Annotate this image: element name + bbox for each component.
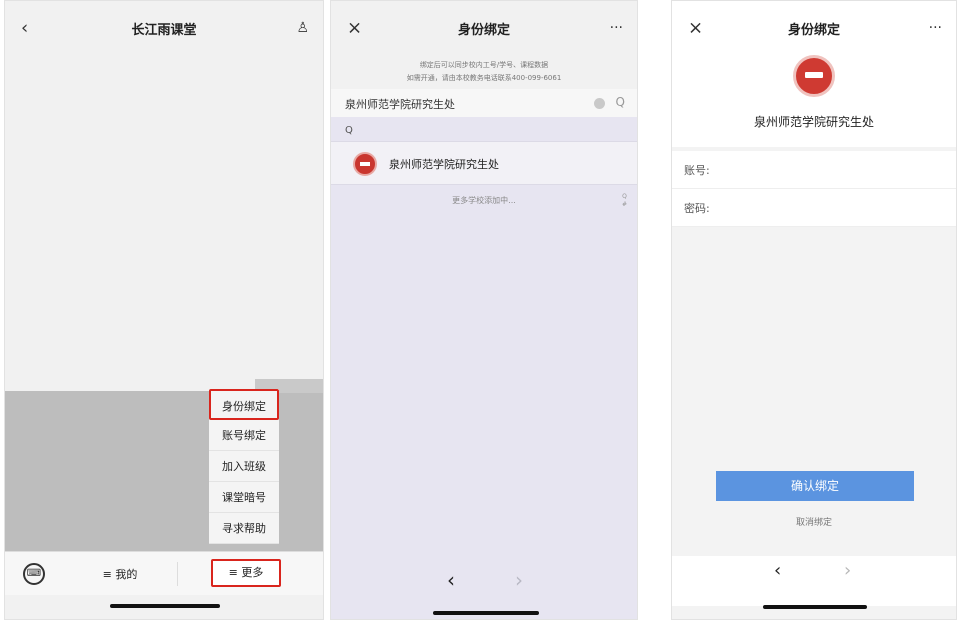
account-field[interactable]: 账号:	[672, 151, 956, 189]
home-indicator	[110, 604, 220, 608]
bottom-tab-bar: ⌨ ≡ 我的 ≡ 更多	[5, 551, 323, 595]
more-menu: 身份绑定 账号绑定 加入班级 课堂暗号 寻求帮助	[209, 389, 279, 544]
page-title: 长江雨课堂	[131, 22, 197, 38]
clear-icon[interactable]	[594, 98, 605, 109]
user-icon[interactable]: ♙	[296, 20, 309, 36]
more-options-icon[interactable]: ···	[610, 20, 623, 36]
cancel-binding-link[interactable]: 取消绑定	[672, 515, 956, 528]
close-icon[interactable]: ×	[688, 18, 703, 39]
search-input[interactable]: 泉州师范学院研究生处	[345, 96, 455, 112]
screen-course-home: ‹ 长江雨课堂 ♙ 身份绑定 账号绑定 加入班级 课堂暗号 寻求帮助 ⌨ ≡ 我…	[4, 0, 324, 620]
tab-more[interactable]: ≡ 更多	[211, 559, 281, 587]
nav-bar: × 身份绑定 ···	[672, 1, 956, 55]
school-search-bar[interactable]: 泉州师范学院研究生处 Q	[331, 89, 637, 117]
alphabet-index-bar[interactable]: Q #	[622, 193, 627, 209]
menu-item-join-class[interactable]: 加入班级	[209, 451, 279, 482]
nav-bar: × 身份绑定 ···	[331, 1, 637, 55]
menu-item-help[interactable]: 寻求帮助	[209, 513, 279, 544]
school-result-name: 泉州师范学院研究生处	[389, 158, 499, 171]
tab-mine[interactable]: ≡ 我的	[65, 566, 175, 582]
forward-arrow-icon[interactable]: ›	[844, 560, 851, 581]
tab-divider	[177, 562, 178, 586]
notice-line-2: 如需开通，请由本校教务电话联系400-099-6061	[406, 74, 562, 82]
screen-identity-login: × 身份绑定 ··· 泉州师范学院研究生处 账号: 密码: 确认绑定 取消绑定 …	[671, 0, 957, 620]
search-icon[interactable]: Q	[616, 95, 625, 109]
keyboard-icon[interactable]: ⌨	[23, 563, 45, 585]
more-schools-hint: 更多学校添加中...	[452, 196, 516, 205]
menu-item-class-code[interactable]: 课堂暗号	[209, 482, 279, 513]
back-arrow-icon[interactable]: ‹	[774, 560, 781, 581]
page-title: 身份绑定	[787, 22, 840, 38]
index-letter: Q	[345, 125, 353, 136]
menu-item-account-binding[interactable]: 账号绑定	[209, 420, 279, 451]
account-label: 账号:	[684, 164, 710, 177]
more-options-icon[interactable]: ···	[929, 20, 942, 36]
password-field[interactable]: 密码:	[672, 189, 956, 227]
back-icon[interactable]: ‹	[21, 18, 28, 39]
confirm-binding-button[interactable]: 确认绑定	[716, 471, 914, 501]
home-indicator	[433, 611, 539, 615]
browser-nav-bar: ‹ ›	[672, 556, 956, 606]
school-seal-icon	[793, 55, 835, 97]
nav-bar: ‹ 长江雨课堂 ♙	[5, 1, 323, 55]
school-header: 泉州师范学院研究生处	[672, 55, 956, 147]
notice-line-1: 绑定后可以同步校内工号/学号、课程数据	[419, 61, 549, 69]
back-arrow-icon[interactable]: ‹	[447, 568, 455, 592]
page-title: 身份绑定	[457, 22, 510, 38]
school-result-item[interactable]: 泉州师范学院研究生处	[331, 141, 637, 185]
menu-item-identity-binding[interactable]: 身份绑定	[209, 389, 279, 420]
home-indicator	[763, 605, 867, 609]
close-icon[interactable]: ×	[347, 18, 362, 39]
binding-notice: 绑定后可以同步校内工号/学号、课程数据 如需开通，请由本校教务电话联系400-0…	[331, 55, 637, 89]
screen-identity-search: × 身份绑定 ··· 绑定后可以同步校内工号/学号、课程数据 如需开通，请由本校…	[330, 0, 638, 620]
forward-arrow-icon[interactable]: ›	[515, 568, 523, 592]
school-logo-icon	[353, 152, 377, 176]
school-name: 泉州师范学院研究生处	[753, 115, 874, 129]
password-label: 密码:	[684, 202, 710, 215]
browser-nav-bar: ‹ ›	[331, 556, 637, 606]
